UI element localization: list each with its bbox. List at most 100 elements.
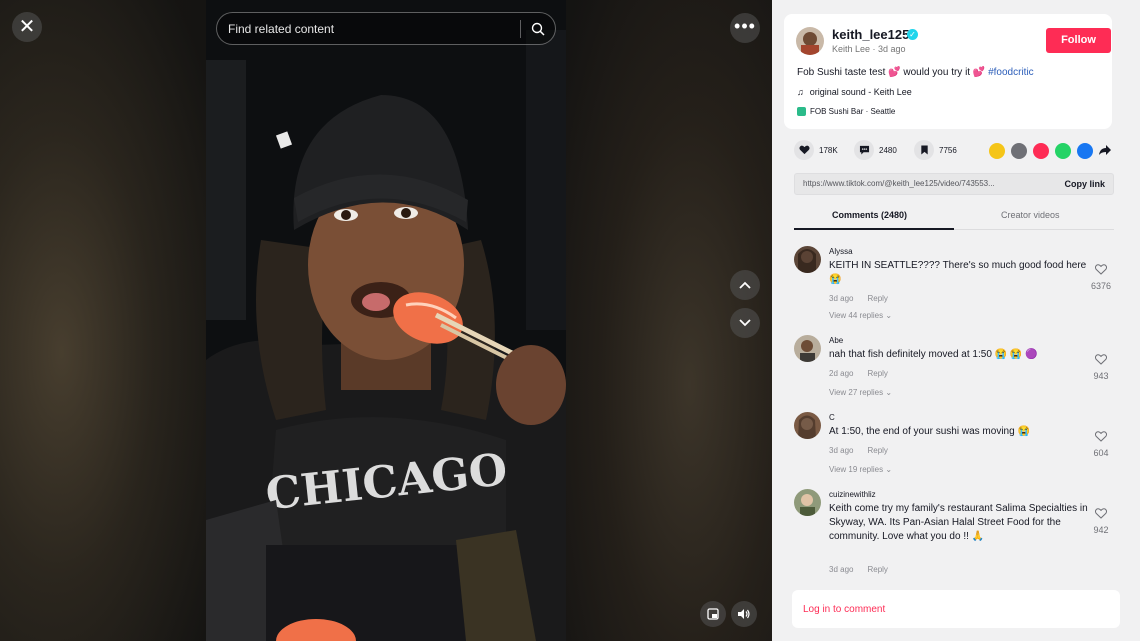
comment-meta: 2d ago Reply [829, 369, 888, 378]
video-player[interactable]: CHICAGO ✕ Find related content ••• [0, 0, 772, 641]
comment-login-bar[interactable]: Log in to comment [792, 590, 1120, 628]
comment-meta: 3d ago Reply [829, 565, 888, 574]
commenter-avatar[interactable] [794, 246, 821, 273]
comment-like-button[interactable]: 6376 [1088, 262, 1114, 291]
comment-like-button[interactable]: 604 [1088, 429, 1114, 458]
chevron-up-icon [739, 281, 751, 289]
view-replies-link[interactable]: View 19 replies ⌄ [829, 465, 892, 474]
panel-tabs: Comments (2480) Creator videos [794, 200, 1114, 230]
comment-item: C At 1:50, the end of your sushi was mov… [794, 412, 1114, 478]
author-username[interactable]: keith_lee125 [832, 27, 909, 42]
comment-text: nah that fish definitely moved at 1:50 😭… [829, 349, 1038, 360]
view-replies-text: View 27 replies [829, 388, 884, 397]
verified-icon: ✓ [907, 29, 918, 40]
author-avatar[interactable] [796, 27, 824, 55]
repost-share-icon[interactable] [989, 143, 1005, 159]
comment-time: 3d ago [829, 565, 854, 574]
reply-button[interactable]: Reply [867, 446, 887, 455]
sound-link[interactable]: ♫ original sound - Keith Lee [797, 87, 912, 97]
commenter-avatar[interactable] [794, 335, 821, 362]
bookmark-icon [914, 140, 934, 160]
comment-like-button[interactable]: 942 [1088, 506, 1114, 535]
author-subline: Keith Lee · 3d ago [832, 44, 906, 54]
heart-outline-icon [1094, 354, 1108, 365]
commenter-username[interactable]: Alyssa [829, 247, 853, 256]
like-button[interactable]: 178K [794, 140, 838, 160]
follow-button[interactable]: Follow [1046, 28, 1111, 53]
share-link-bar: https://www.tiktok.com/@keith_lee125/vid… [794, 173, 1114, 195]
comment-text: At 1:50, the end of your sushi was movin… [829, 426, 1030, 437]
comment-meta: 3d ago Reply [829, 294, 888, 303]
comment-time: 3d ago [829, 294, 854, 303]
commenter-username[interactable]: Abe [829, 336, 843, 345]
save-button[interactable]: 7756 [914, 140, 957, 160]
commenter-username[interactable]: C [829, 413, 835, 422]
commenter-avatar[interactable] [794, 489, 821, 516]
tab-creator-videos[interactable]: Creator videos [1001, 210, 1060, 220]
commenter-username[interactable]: cuizinewithliz [829, 490, 876, 499]
comment-like-button[interactable]: 943 [1088, 352, 1114, 381]
comment-like-count: 942 [1093, 525, 1109, 535]
comment-time: 2d ago [829, 369, 854, 378]
details-panel: keith_lee125 ✓ Keith Lee · 3d ago Follow… [772, 0, 1140, 641]
view-replies-link[interactable]: View 44 replies ⌄ [829, 311, 892, 320]
heart-outline-icon [1094, 431, 1108, 442]
location-name: FOB Sushi Bar · Seattle [810, 107, 896, 116]
video-url: https://www.tiktok.com/@keith_lee125/vid… [803, 179, 995, 188]
reply-button[interactable]: Reply [867, 565, 887, 574]
comment-button[interactable]: 2480 [854, 140, 897, 160]
embed-share-icon[interactable] [1011, 143, 1027, 159]
active-tab-indicator [794, 228, 954, 230]
chevron-down-icon [739, 319, 751, 327]
save-count: 7756 [939, 145, 957, 155]
tab-comments[interactable]: Comments (2480) [832, 210, 907, 220]
share-more-button[interactable] [1098, 143, 1114, 159]
search-bar[interactable] [216, 12, 556, 45]
reply-button[interactable]: Reply [867, 294, 887, 303]
comment-text: KEITH IN SEATTLE???? There's so much goo… [829, 260, 1087, 285]
whatsapp-share-icon[interactable] [1055, 143, 1071, 159]
view-replies-link[interactable]: View 27 replies ⌄ [829, 388, 892, 397]
close-icon: ✕ [18, 16, 36, 38]
location-link[interactable]: FOB Sushi Bar · Seattle [797, 107, 895, 116]
facebook-share-icon[interactable] [1077, 143, 1093, 159]
comment-item: cuizinewithliz Keith come try my family'… [794, 489, 1114, 581]
more-options-button[interactable]: ••• [730, 13, 760, 43]
hashtag-link[interactable]: #foodcritic [988, 67, 1034, 78]
volume-button[interactable] [731, 601, 757, 627]
comment-item: Alyssa KEITH IN SEATTLE???? There's so m… [794, 246, 1114, 326]
comment-count: 2480 [879, 145, 897, 155]
next-video-button[interactable] [730, 308, 760, 338]
author-card: keith_lee125 ✓ Keith Lee · 3d ago Follow… [784, 14, 1112, 129]
search-icon [531, 22, 545, 36]
heart-icon [794, 140, 814, 160]
music-note-icon: ♫ [797, 87, 804, 97]
comment-like-count: 604 [1093, 448, 1109, 458]
login-to-comment-link[interactable]: Log in to comment [803, 604, 885, 615]
comment-like-count: 6376 [1090, 281, 1112, 291]
video-description: Fob Sushi taste test 💕 would you try it … [797, 67, 1034, 78]
reply-button[interactable]: Reply [867, 369, 887, 378]
description-text: Fob Sushi taste test 💕 would you try it … [797, 67, 986, 78]
search-button[interactable] [521, 13, 555, 44]
comment-time: 3d ago [829, 446, 854, 455]
location-icon [797, 107, 806, 116]
video-frame[interactable]: CHICAGO [206, 0, 566, 641]
send-share-icon[interactable] [1033, 143, 1049, 159]
search-input[interactable] [217, 13, 520, 44]
view-replies-text: View 44 replies [829, 311, 884, 320]
pip-icon [707, 608, 719, 620]
comment-item: Abe nah that fish definitely moved at 1:… [794, 335, 1114, 401]
more-icon: ••• [734, 16, 756, 36]
sound-name: original sound - Keith Lee [809, 87, 912, 97]
post-time: 3d ago [878, 44, 906, 54]
comment-text: Keith come try my family's restaurant Sa… [829, 503, 1088, 542]
heart-outline-icon [1094, 264, 1108, 275]
author-avatar-image [796, 27, 824, 55]
copy-link-button[interactable]: Copy link [1064, 179, 1105, 189]
commenter-avatar[interactable] [794, 412, 821, 439]
video-image: CHICAGO [206, 0, 566, 641]
close-button[interactable]: ✕ [12, 12, 42, 42]
previous-video-button[interactable] [730, 270, 760, 300]
picture-in-picture-button[interactable] [700, 601, 726, 627]
